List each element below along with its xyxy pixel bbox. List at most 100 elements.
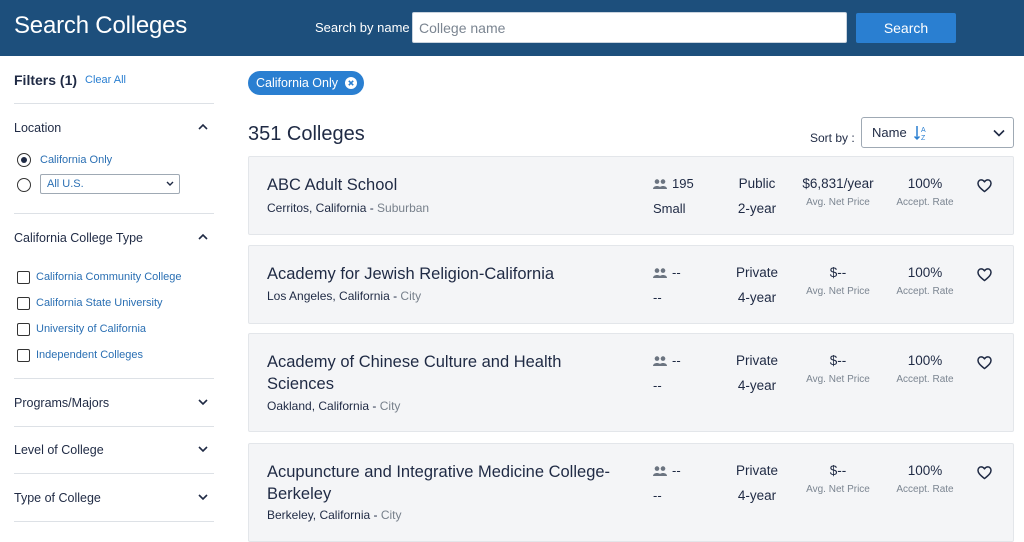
program-length: 4-year: [737, 488, 777, 503]
college-name[interactable]: ABC Adult School: [267, 174, 627, 196]
college-location: Los Angeles, California - City: [267, 289, 422, 303]
size: Small: [653, 201, 686, 216]
college-name[interactable]: Academy for Jewish Religion-California: [267, 263, 627, 285]
search-button[interactable]: Search: [856, 13, 956, 43]
chevron-down-icon: [993, 129, 1005, 137]
search-label: Search by name: [315, 20, 410, 35]
type-section-title[interactable]: Type of College: [14, 491, 101, 505]
college-name-input[interactable]: [412, 12, 847, 43]
chevron-down-icon[interactable]: [197, 491, 209, 503]
heart-icon[interactable]: [977, 466, 992, 480]
net-price: $6,831/year: [802, 176, 874, 191]
checkbox-icon: [17, 297, 30, 310]
checkbox-icon: [17, 349, 30, 362]
size: --: [653, 488, 662, 503]
net-price: $--: [829, 463, 847, 478]
college-type-checkbox[interactable]: California State University: [17, 297, 197, 315]
checkbox-icon: [17, 271, 30, 284]
size: --: [653, 290, 662, 305]
divider: [14, 103, 214, 104]
location-california-radio[interactable]: California Only: [17, 153, 197, 171]
level-section-title[interactable]: Level of College: [14, 443, 104, 457]
enrollment: --: [672, 463, 681, 478]
college-location: Oakland, California - City: [267, 399, 401, 413]
location-region-radio[interactable]: All U.S.: [17, 174, 197, 196]
programs-section-title[interactable]: Programs/Majors: [14, 396, 109, 410]
acceptance-rate: 100%: [907, 265, 943, 280]
radio-selected-icon: [17, 153, 31, 167]
heart-icon[interactable]: [977, 179, 992, 193]
college-card[interactable]: Acupuncture and Integrative Medicine Col…: [248, 443, 1014, 542]
filters-title: Filters (1): [14, 72, 78, 88]
control-type: Private: [735, 463, 779, 478]
control-type: Private: [735, 265, 779, 280]
enrollment: --: [672, 265, 681, 280]
net-price-label: Avg. Net Price: [806, 374, 870, 385]
net-price: $--: [829, 265, 847, 280]
net-price: $--: [829, 353, 847, 368]
college-location: Cerritos, California - Suburban: [267, 201, 430, 215]
remove-filter-icon[interactable]: [344, 77, 357, 89]
radio-unselected-icon: [17, 178, 31, 192]
control-type: Public: [738, 176, 776, 191]
acceptance-rate-label: Accept. Rate: [896, 374, 954, 385]
program-length: 2-year: [737, 201, 777, 216]
acceptance-rate: 100%: [907, 463, 943, 478]
heart-icon[interactable]: [977, 356, 992, 370]
college-type-section-title[interactable]: California College Type: [14, 231, 143, 245]
svg-text:Z: Z: [921, 135, 926, 141]
region-select[interactable]: All U.S.: [40, 174, 180, 194]
students-icon: [653, 356, 667, 366]
college-card[interactable]: Academy of Chinese Culture and Health Sc…: [248, 333, 1014, 432]
clear-all-link[interactable]: Clear All: [85, 74, 126, 86]
chevron-up-icon[interactable]: [197, 121, 209, 133]
sort-ascending-icon: A Z: [914, 126, 926, 141]
chevron-down-icon[interactable]: [197, 443, 209, 455]
divider: [14, 426, 214, 427]
filters-header: Filters (1) Clear All: [14, 72, 214, 92]
divider: [14, 473, 214, 474]
divider: [14, 521, 214, 522]
college-location: Berkeley, California - City: [267, 508, 402, 522]
college-type-checkbox[interactable]: University of California: [17, 323, 197, 341]
top-bar: Search Colleges Search by name Search: [0, 0, 1024, 56]
sort-select[interactable]: Name A Z: [861, 117, 1014, 148]
radio-label: California Only: [40, 154, 113, 166]
page-title: Search Colleges: [14, 12, 188, 39]
control-type: Private: [735, 353, 779, 368]
svg-text:A: A: [921, 127, 926, 134]
program-length: 4-year: [737, 378, 777, 393]
divider: [14, 378, 214, 379]
active-filter-chip[interactable]: California Only: [248, 71, 364, 95]
net-price-label: Avg. Net Price: [806, 197, 870, 208]
results-count: 351 Colleges: [248, 123, 365, 145]
students-icon: [653, 268, 667, 278]
sort-label: Sort by :: [810, 131, 855, 145]
divider: [14, 213, 214, 214]
college-type-checkbox[interactable]: California Community College: [17, 271, 197, 289]
college-name[interactable]: Acupuncture and Integrative Medicine Col…: [267, 461, 627, 505]
acceptance-rate-label: Accept. Rate: [896, 286, 954, 297]
chevron-down-icon: [166, 181, 174, 186]
college-card[interactable]: ABC Adult School Cerritos, California - …: [248, 156, 1014, 235]
heart-icon[interactable]: [977, 268, 992, 282]
checkbox-icon: [17, 323, 30, 336]
size: --: [653, 378, 662, 393]
location-section-title[interactable]: Location: [14, 121, 61, 135]
net-price-label: Avg. Net Price: [806, 484, 870, 495]
chevron-down-icon[interactable]: [197, 396, 209, 408]
acceptance-rate-label: Accept. Rate: [896, 484, 954, 495]
chevron-up-icon[interactable]: [197, 231, 209, 243]
students-icon: [653, 466, 667, 476]
acceptance-rate: 100%: [907, 176, 943, 191]
college-type-checkbox[interactable]: Independent Colleges: [17, 349, 197, 367]
college-card[interactable]: Academy for Jewish Religion-California L…: [248, 245, 1014, 324]
acceptance-rate: 100%: [907, 353, 943, 368]
program-length: 4-year: [737, 290, 777, 305]
enrollment: --: [672, 353, 681, 368]
students-icon: [653, 179, 667, 189]
net-price-label: Avg. Net Price: [806, 286, 870, 297]
acceptance-rate-label: Accept. Rate: [896, 197, 954, 208]
college-name[interactable]: Academy of Chinese Culture and Health Sc…: [267, 351, 627, 395]
enrollment: 195: [672, 176, 694, 191]
